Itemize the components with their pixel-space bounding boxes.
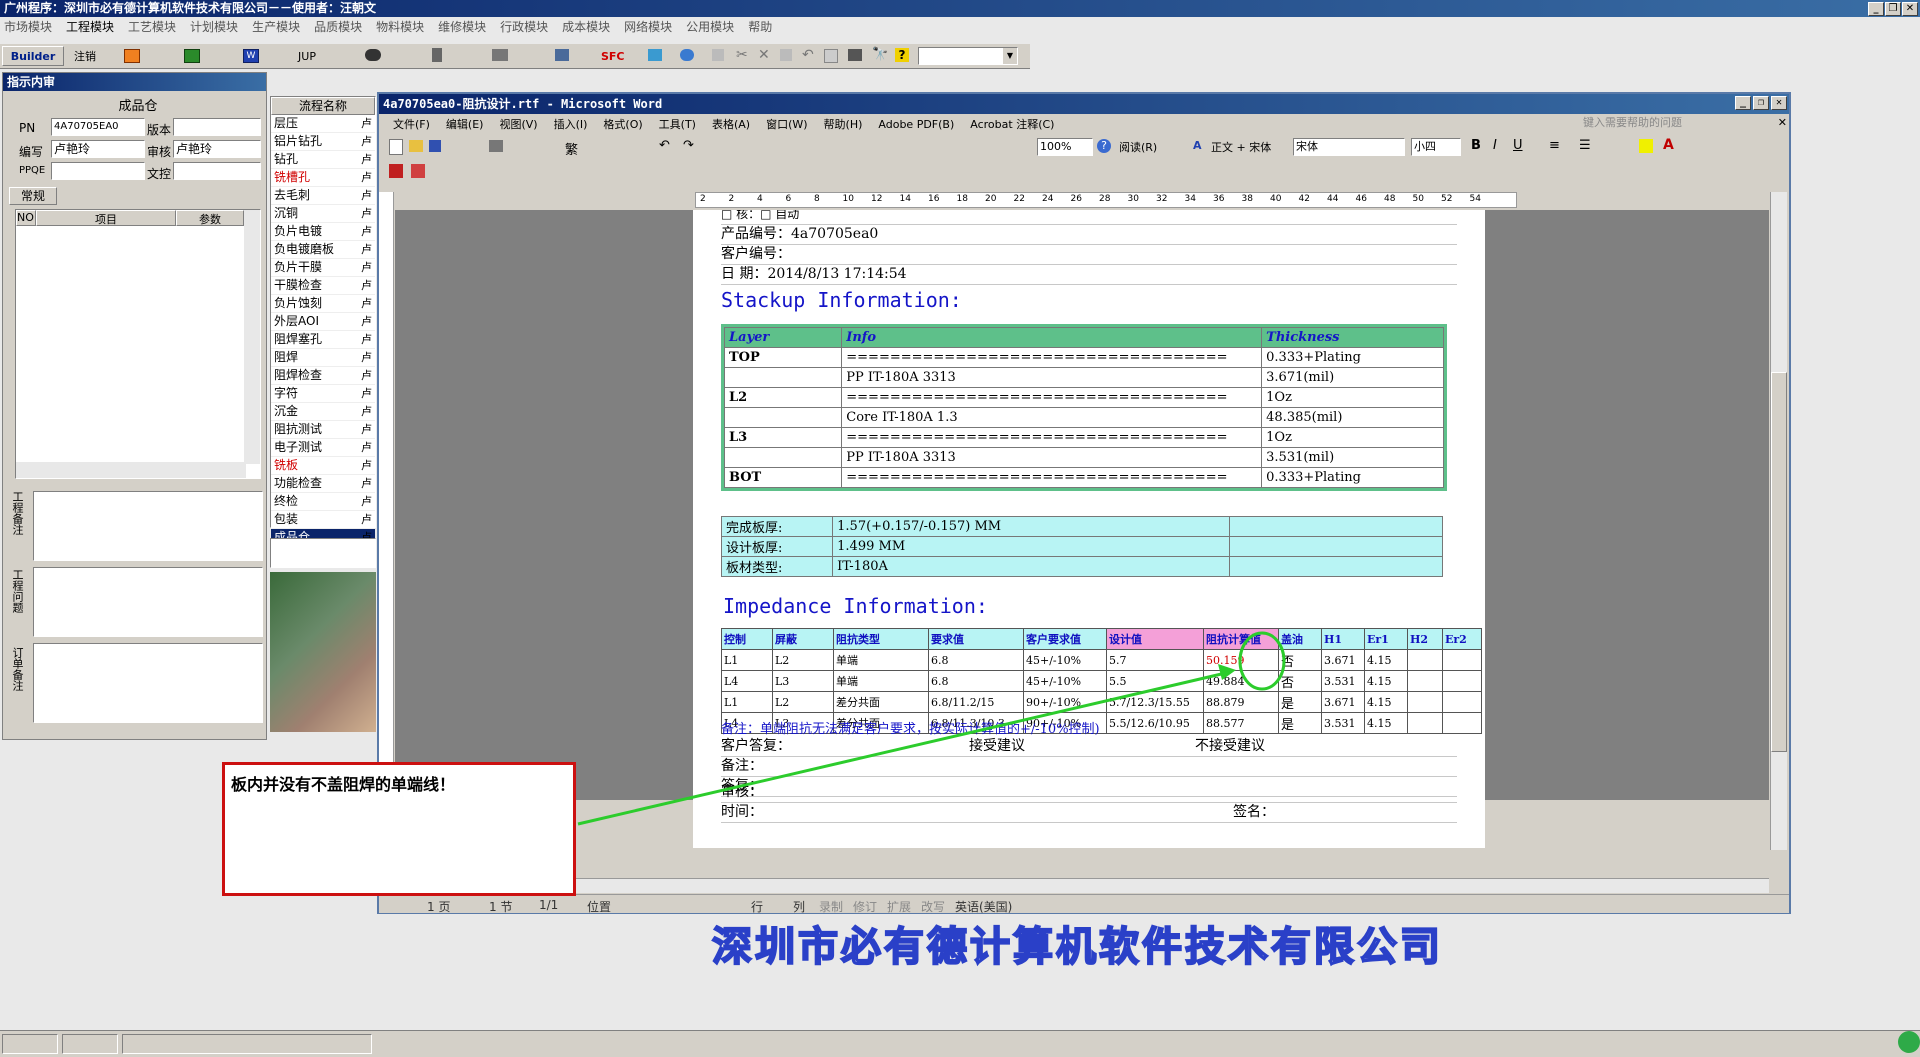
annotation-overlay (577, 631, 1286, 826)
highlight-circle (1238, 631, 1286, 691)
status-cell-1 (2, 1034, 58, 1054)
app-status-bar (0, 1030, 1920, 1057)
status-cell-2 (62, 1034, 118, 1054)
callout-arrow (577, 670, 1231, 826)
callout-arrowhead (1218, 664, 1236, 680)
network-status-icon[interactable] (1898, 1031, 1920, 1053)
status-cell-3 (122, 1034, 372, 1054)
